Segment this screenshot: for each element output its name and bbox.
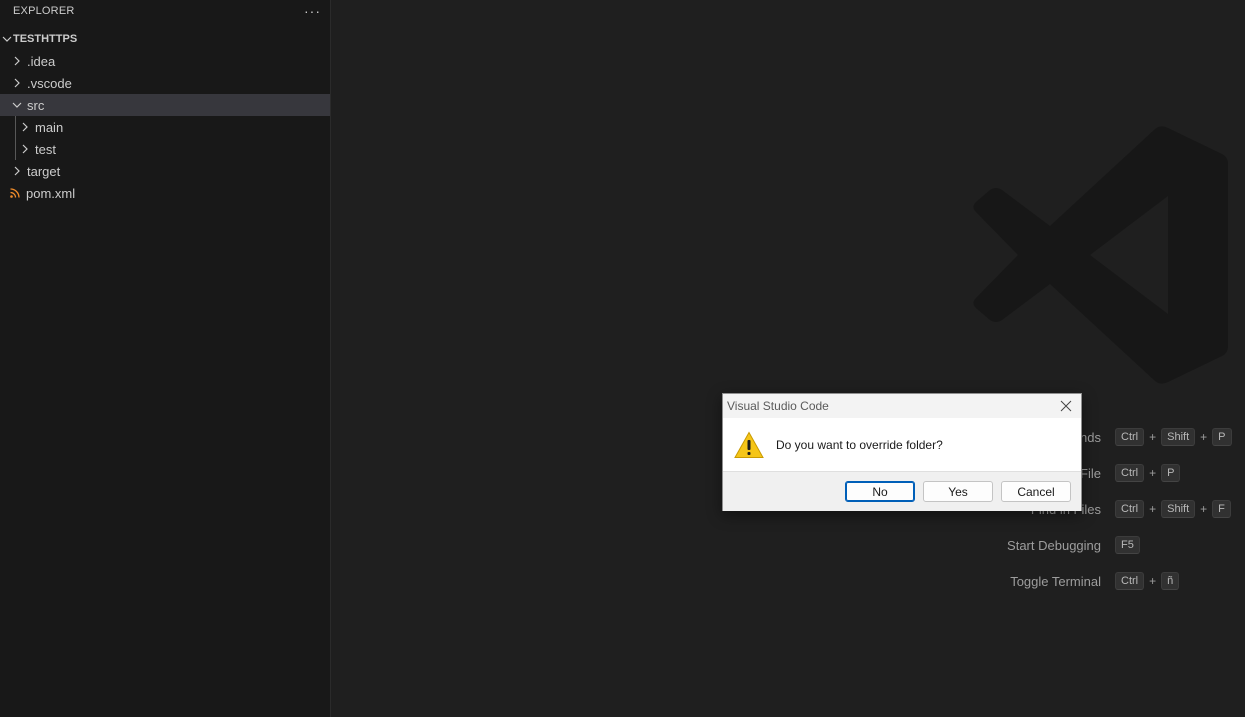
vscode-window: EXPLORER ··· TESTHTTPS .idea .vscode src… [0, 0, 1245, 717]
editor-empty-area: Show All Commands Ctrl + Shift + P Go to… [332, 0, 1245, 717]
key: F [1212, 500, 1231, 518]
dialog-body: Do you want to override folder? [723, 418, 1081, 471]
key-separator: + [1149, 574, 1157, 588]
indent-guide [15, 116, 16, 160]
dialog-message: Do you want to override folder? [776, 437, 943, 452]
tree-item-target[interactable]: target [0, 160, 330, 182]
chevron-right-icon [22, 122, 28, 132]
shortcut-label: Toggle Terminal [1010, 573, 1101, 589]
tree-item-idea[interactable]: .idea [0, 50, 330, 72]
key-separator: + [1149, 466, 1157, 480]
cancel-button[interactable]: Cancel [1001, 481, 1071, 502]
tree-item-label: .vscode [27, 75, 72, 91]
dialog-footer: No Yes Cancel [723, 471, 1081, 511]
chevron-right-icon [22, 144, 28, 154]
tree-item-label: src [27, 97, 45, 113]
chevron-right-icon [14, 78, 20, 88]
tree-item-label: main [35, 119, 64, 135]
more-actions-icon[interactable]: ··· [304, 3, 321, 19]
tree-item-label: target [27, 163, 61, 179]
key: Ctrl [1115, 500, 1145, 518]
key-separator: + [1200, 430, 1208, 444]
key: Ctrl [1115, 464, 1145, 482]
shortcut-keys: Ctrl + Shift + P [1115, 428, 1232, 446]
shortcut-label: Start Debugging [1007, 537, 1101, 553]
vscode-logo-icon [973, 126, 1228, 384]
chevron-right-icon [14, 56, 20, 66]
explorer-sidebar: EXPLORER ··· TESTHTTPS .idea .vscode src… [0, 0, 331, 717]
key: Ctrl [1115, 572, 1145, 590]
confirm-dialog: Visual Studio Code Do you want to overri… [722, 393, 1082, 511]
close-icon[interactable] [1051, 394, 1081, 418]
key: F5 [1115, 536, 1140, 554]
key: ñ [1161, 572, 1180, 590]
tree-item-label: test [35, 141, 56, 157]
key: Shift [1161, 428, 1196, 446]
tree-item-test[interactable]: test [0, 138, 330, 160]
workspace-name: TESTHTTPS [13, 33, 78, 45]
key-separator: + [1149, 430, 1157, 444]
chevron-down-icon [2, 36, 12, 42]
tree-item-vscode[interactable]: .vscode [0, 72, 330, 94]
dialog-titlebar[interactable]: Visual Studio Code [723, 394, 1081, 418]
yes-button[interactable]: Yes [923, 481, 993, 502]
shortcut-keys: Ctrl + P [1115, 464, 1181, 482]
chevron-down-icon [12, 102, 22, 108]
warning-icon [734, 430, 764, 458]
rss-file-icon [10, 188, 20, 198]
chevron-right-icon [14, 166, 20, 176]
shortcut-toggle-terminal: Toggle Terminal Ctrl + ñ [332, 570, 1245, 592]
key: P [1161, 464, 1181, 482]
key: Shift [1161, 500, 1196, 518]
shortcut-keys: Ctrl + Shift + F [1115, 500, 1231, 518]
shortcut-keys: Ctrl + ñ [1115, 572, 1180, 590]
no-button[interactable]: No [845, 481, 915, 502]
shortcut-keys: F5 [1115, 536, 1140, 554]
tree-item-label: .idea [27, 53, 56, 69]
key-separator: + [1200, 502, 1208, 516]
tree-item-main[interactable]: main [0, 116, 330, 138]
explorer-title: EXPLORER [13, 5, 75, 17]
tree-item-label: pom.xml [26, 185, 76, 201]
workspace-folder[interactable]: TESTHTTPS [0, 28, 330, 50]
tree-item-src[interactable]: src [0, 94, 330, 116]
dialog-title: Visual Studio Code [727, 399, 829, 413]
key-separator: + [1149, 502, 1157, 516]
explorer-header: EXPLORER ··· [0, 0, 330, 22]
key: P [1212, 428, 1232, 446]
key: Ctrl [1115, 428, 1145, 446]
tree-item-pom[interactable]: pom.xml [0, 182, 330, 204]
shortcut-start-debugging: Start Debugging F5 [332, 534, 1245, 556]
